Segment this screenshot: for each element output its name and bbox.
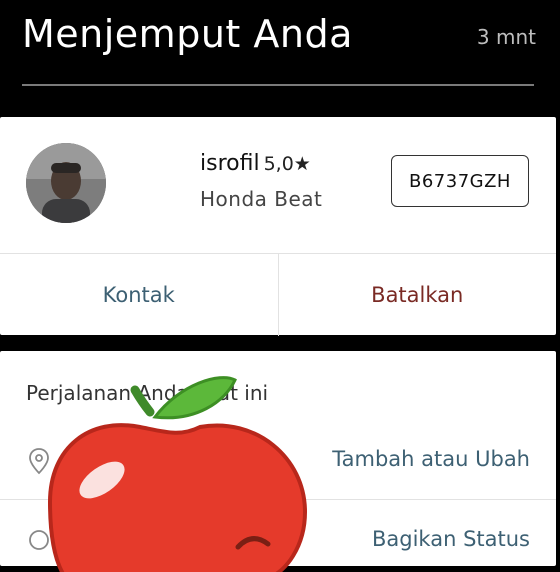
driver-rating: 5,0★ (263, 153, 311, 175)
contact-button[interactable]: Kontak (0, 254, 279, 336)
license-plate: B6737GZH (391, 155, 529, 207)
status-header: Menjemput Anda 3 mnt (0, 0, 560, 112)
add-or-edit-button[interactable]: Tambah atau Ubah (332, 447, 530, 471)
share-status-button[interactable]: Bagikan Status (372, 527, 530, 551)
apple-sticker (47, 376, 308, 572)
driver-name-line: isrofil 5,0★ (200, 151, 311, 176)
header-divider (22, 84, 534, 86)
driver-avatar[interactable] (26, 143, 106, 223)
page-title: Menjemput Anda (22, 12, 353, 56)
driver-actions: Kontak Batalkan (0, 253, 556, 336)
cancel-button[interactable]: Batalkan (279, 254, 557, 336)
eta-label: 3 mnt (476, 25, 536, 49)
driver-name: isrofil (200, 151, 260, 176)
vehicle-model: Honda Beat (200, 187, 323, 211)
driver-card: isrofil 5,0★ Honda Beat B6737GZH Kontak B… (0, 117, 556, 336)
